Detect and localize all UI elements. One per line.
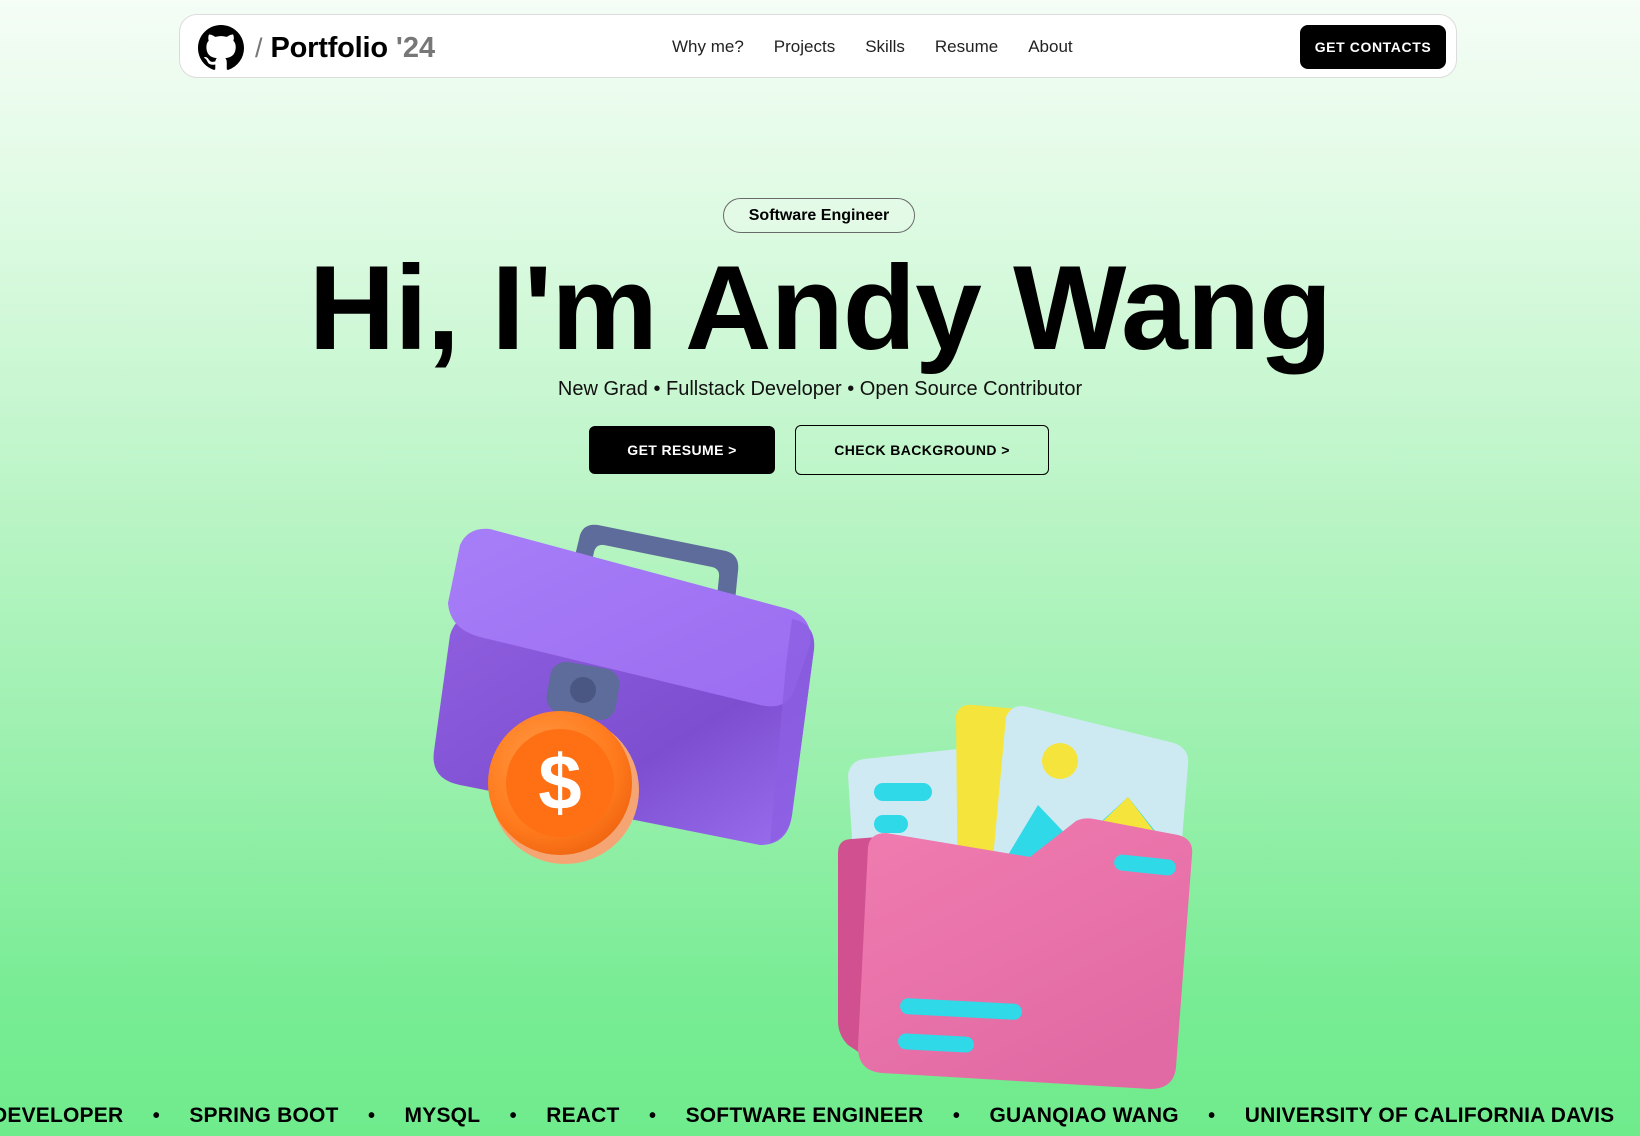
check-background-button[interactable]: CHECK BACKGROUND > [795, 425, 1049, 475]
briefcase-icon: $ [433, 524, 815, 864]
folder-icon [838, 705, 1193, 1089]
top-nav: / Portfolio '24 Why me? Projects Skills … [179, 14, 1457, 78]
hero-title: Hi, I'm Andy Wang [308, 241, 1333, 375]
marquee-separator: • [1614, 1105, 1640, 1128]
brand-name: Portfolio [270, 31, 389, 64]
hero-subtitle: New Grad • Fullstack Developer • Open So… [557, 378, 1083, 400]
marquee-item: REACT [546, 1104, 620, 1127]
nav-link-why-me[interactable]: Why me? [672, 37, 744, 57]
marquee-item: UNIVERSITY OF CALIFORNIA DAVIS [1244, 1104, 1615, 1127]
marquee-item: DEVELOPER [0, 1104, 124, 1127]
skills-marquee: DEVELOPER • SPRING BOOT • MYSQL • REACT … [0, 1100, 1640, 1136]
marquee-item: GUANQIAO WANG [989, 1104, 1179, 1127]
marquee-separator: • [648, 1104, 657, 1127]
marquee-item: SPRING BOOT [189, 1104, 339, 1127]
marquee-separator: • [952, 1104, 961, 1127]
marquee-separator: • [509, 1104, 517, 1127]
get-contacts-button[interactable]: GET CONTACTS [1300, 25, 1446, 69]
brand-year: '24 [395, 31, 436, 64]
nav-link-projects[interactable]: Projects [774, 37, 835, 57]
marquee-item: SOFTWARE ENGINEER [685, 1104, 924, 1127]
marquee-separator: • [152, 1104, 160, 1127]
get-resume-button[interactable]: GET RESUME > [589, 426, 775, 474]
marquee-separator: • [367, 1104, 376, 1127]
role-badge: Software Engineer [723, 198, 915, 233]
nav-link-resume[interactable]: Resume [935, 37, 998, 57]
marquee-track: DEVELOPER • SPRING BOOT • MYSQL • REACT … [0, 1104, 1640, 1128]
nav-links: Why me? Projects Skills Resume About [672, 15, 1103, 79]
marquee-separator: • [1208, 1104, 1216, 1127]
nav-link-about[interactable]: About [1028, 37, 1072, 57]
brand-slash: / [255, 32, 263, 63]
marquee-item: MYSQL [404, 1104, 481, 1127]
svg-text:$: $ [538, 738, 581, 826]
brand[interactable]: / Portfolio '24 [198, 25, 435, 71]
nav-link-skills[interactable]: Skills [865, 37, 905, 57]
github-icon [198, 25, 244, 70]
